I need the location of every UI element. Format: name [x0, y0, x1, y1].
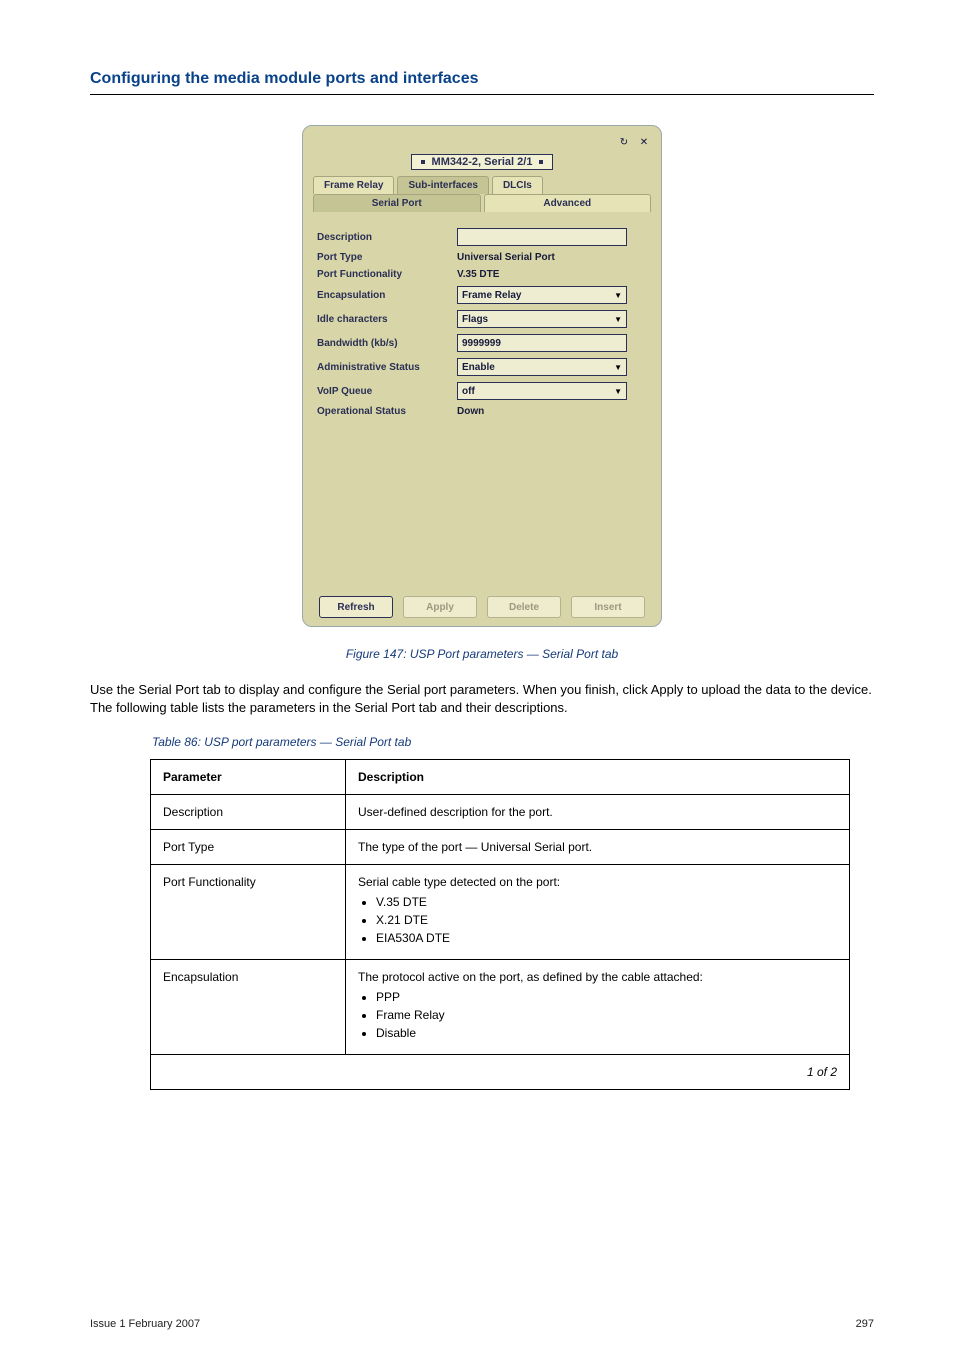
tabs-row-1: Frame Relay Sub-interfaces DLCIs — [313, 176, 651, 194]
section-title: Configuring the media module ports and i… — [90, 70, 874, 88]
table-page-indicator: 1 of 2 — [151, 1055, 850, 1090]
cell-desc: Serial cable type detected on the port: … — [346, 865, 850, 960]
label-bandwidth: Bandwidth (kb/s) — [317, 338, 457, 349]
titlebar: ↻ ✕ — [313, 134, 651, 150]
list-item: X.21 DTE — [376, 913, 837, 927]
cell-param: Port Functionality — [151, 865, 346, 960]
divider — [90, 94, 874, 95]
tab-serial-port[interactable]: Serial Port — [313, 194, 481, 212]
list-item: Frame Relay — [376, 1008, 837, 1022]
label-op-status: Operational Status — [317, 406, 457, 417]
bullet-list: V.35 DTE X.21 DTE EIA530A DTE — [376, 895, 837, 945]
table-row: Description User-defined description for… — [151, 795, 850, 830]
list-item: PPP — [376, 990, 837, 1004]
insert-button[interactable]: Insert — [571, 596, 645, 618]
breadcrumb-label: MM342-2, Serial 2/1 — [432, 156, 533, 168]
tab-sub-interfaces[interactable]: Sub-interfaces — [397, 176, 488, 194]
idle-characters-select[interactable]: Flags ▼ — [457, 310, 627, 328]
footer-left: Issue 1 February 2007 — [90, 1318, 200, 1330]
label-voip-queue: VoIP Queue — [317, 386, 457, 397]
chevron-down-icon: ▼ — [614, 291, 622, 300]
cell-param: Encapsulation — [151, 960, 346, 1055]
label-encapsulation: Encapsulation — [317, 290, 457, 301]
tab-dlcis[interactable]: DLCIs — [492, 176, 543, 194]
chevron-down-icon: ▼ — [614, 315, 622, 324]
page-footer: Issue 1 February 2007 297 — [90, 1318, 874, 1330]
chevron-down-icon: ▼ — [614, 387, 622, 396]
refresh-icon[interactable]: ↻ — [617, 135, 631, 149]
col-header-description: Description — [346, 760, 850, 795]
list-item: V.35 DTE — [376, 895, 837, 909]
chevron-down-icon: ▼ — [614, 363, 622, 372]
label-admin-status: Administrative Status — [317, 362, 457, 373]
admin-status-select[interactable]: Enable ▼ — [457, 358, 627, 376]
label-idle-characters: Idle characters — [317, 314, 457, 325]
breadcrumb: MM342-2, Serial 2/1 — [313, 154, 651, 170]
label-port-functionality: Port Functionality — [317, 269, 457, 280]
admin-status-value: Enable — [462, 362, 495, 373]
cell-desc-text: Serial cable type detected on the port: — [358, 875, 560, 889]
close-icon[interactable]: ✕ — [637, 135, 651, 149]
footer-right: 297 — [856, 1318, 874, 1330]
cell-param: Port Type — [151, 830, 346, 865]
encapsulation-value: Frame Relay — [462, 290, 521, 301]
encapsulation-select[interactable]: Frame Relay ▼ — [457, 286, 627, 304]
form-body: Description Port Type Universal Serial P… — [313, 212, 651, 592]
cell-desc: The protocol active on the port, as defi… — [346, 960, 850, 1055]
dialog-window: ↻ ✕ MM342-2, Serial 2/1 Frame Relay Sub-… — [302, 125, 662, 627]
cell-desc-text: The protocol active on the port, as defi… — [358, 970, 703, 984]
value-port-functionality: V.35 DTE — [457, 269, 647, 280]
figure-screenshot: ↻ ✕ MM342-2, Serial 2/1 Frame Relay Sub-… — [302, 125, 662, 627]
voip-queue-value: off — [462, 386, 475, 397]
table-row: Port Type The type of the port — Univers… — [151, 830, 850, 865]
breadcrumb-dot — [539, 160, 543, 164]
dialog-buttons: Refresh Apply Delete Insert — [313, 596, 651, 618]
col-header-parameter: Parameter — [151, 760, 346, 795]
table-row: Port Functionality Serial cable type det… — [151, 865, 850, 960]
table-caption: Table 86: USP port parameters — Serial P… — [152, 735, 874, 749]
tab-frame-relay[interactable]: Frame Relay — [313, 176, 394, 194]
bullet-list: PPP Frame Relay Disable — [376, 990, 837, 1040]
table-row: Encapsulation The protocol active on the… — [151, 960, 850, 1055]
bandwidth-input[interactable]: 9999999 — [457, 334, 627, 352]
label-description: Description — [317, 232, 457, 243]
breadcrumb-content[interactable]: MM342-2, Serial 2/1 — [411, 154, 552, 170]
apply-button[interactable]: Apply — [403, 596, 477, 618]
refresh-button[interactable]: Refresh — [319, 596, 393, 618]
list-item: Disable — [376, 1026, 837, 1040]
delete-button[interactable]: Delete — [487, 596, 561, 618]
cell-param: Description — [151, 795, 346, 830]
voip-queue-select[interactable]: off ▼ — [457, 382, 627, 400]
breadcrumb-dot — [421, 160, 425, 164]
value-port-type: Universal Serial Port — [457, 252, 647, 263]
cell-desc: The type of the port — Universal Serial … — [346, 830, 850, 865]
tab-advanced[interactable]: Advanced — [484, 194, 652, 212]
tabs-row-2: Serial Port Advanced — [313, 194, 651, 212]
body-paragraph: Use the Serial Port tab to display and c… — [90, 681, 874, 717]
list-item: EIA530A DTE — [376, 931, 837, 945]
cell-desc: User-defined description for the port. — [346, 795, 850, 830]
description-input[interactable] — [457, 228, 627, 246]
idle-characters-value: Flags — [462, 314, 488, 325]
value-op-status: Down — [457, 406, 647, 417]
label-port-type: Port Type — [317, 252, 457, 263]
bandwidth-value: 9999999 — [462, 338, 501, 349]
table-footer-row: 1 of 2 — [151, 1055, 850, 1090]
table-header-row: Parameter Description — [151, 760, 850, 795]
figure-caption: Figure 147: USP Port parameters — Serial… — [90, 647, 874, 661]
parameters-table: Parameter Description Description User-d… — [150, 759, 850, 1090]
